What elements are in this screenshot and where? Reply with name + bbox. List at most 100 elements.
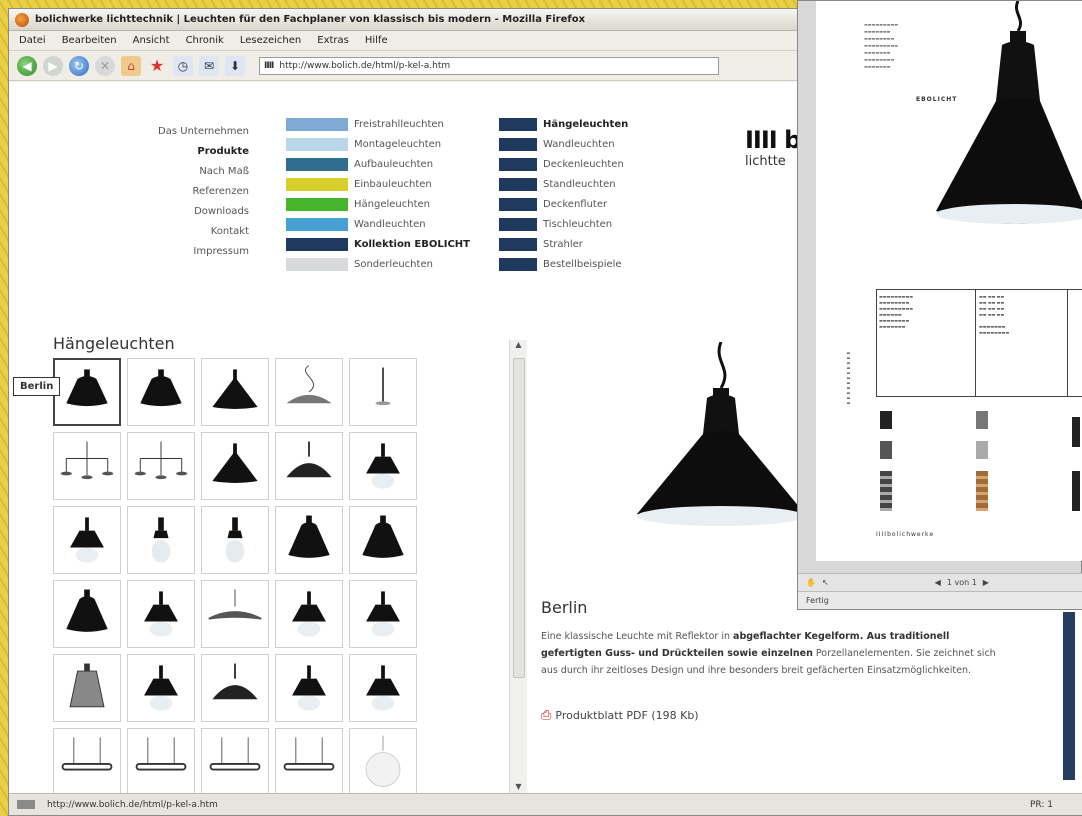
- nav-impressum[interactable]: Impressum: [119, 242, 249, 262]
- download-icon[interactable]: ⬇: [225, 55, 245, 76]
- nav-referenzen[interactable]: Referenzen: [119, 182, 249, 202]
- menu-bearbeiten[interactable]: Bearbeiten: [62, 35, 117, 46]
- col2-item[interactable]: Hängeleuchten: [499, 114, 628, 134]
- product-thumb-bulb-glass-2[interactable]: [201, 506, 269, 574]
- nav-downloads[interactable]: Downloads: [119, 202, 249, 222]
- product-thumb-bell[interactable]: [127, 358, 195, 426]
- product-thumb-cone[interactable]: [201, 358, 269, 426]
- product-thumb-spike-glass[interactable]: [53, 506, 121, 574]
- nav-kontakt[interactable]: Kontakt: [119, 222, 249, 242]
- tooltip: Berlin: [13, 377, 61, 396]
- url-text: http://www.bolich.de/html/p-kel-a.htm: [279, 60, 451, 71]
- col2-item[interactable]: Tischleuchten: [499, 214, 628, 234]
- product-desc-part: Eine klassische Leuchte mit Reflektor in: [541, 631, 734, 642]
- pdf-hand-icon[interactable]: ✋: [806, 578, 816, 587]
- col1-item[interactable]: Wandleuchten: [286, 214, 470, 234]
- product-thumb-cage[interactable]: [53, 654, 121, 722]
- stop-icon[interactable]: ✕: [95, 55, 115, 76]
- status-icon: [17, 800, 35, 809]
- product-thumb-cone-wide[interactable]: [201, 432, 269, 500]
- col1-item[interactable]: Montageleuchten: [286, 134, 470, 154]
- product-thumb-multi-arm-2[interactable]: [127, 432, 195, 500]
- product-thumb-multi-arm[interactable]: [53, 432, 121, 500]
- product-thumb-flat-dish[interactable]: [201, 580, 269, 648]
- col2-item[interactable]: Strahler: [499, 234, 628, 254]
- pdf-select-icon[interactable]: ↖: [822, 578, 829, 587]
- menu-datei[interactable]: Datei: [19, 35, 46, 46]
- pdf-prev-icon[interactable]: ◀: [935, 578, 941, 587]
- pdf-page-field[interactable]: 1 von 1: [947, 578, 977, 587]
- col1-item[interactable]: Freistrahlleuchten: [286, 114, 470, 134]
- url-bar[interactable]: IIII http://www.bolich.de/html/p-kel-a.h…: [259, 56, 719, 75]
- product-thumb-dome[interactable]: [275, 432, 343, 500]
- forward-icon[interactable]: ▶: [43, 55, 63, 76]
- home-icon[interactable]: ⌂: [121, 55, 141, 76]
- col2-item[interactable]: Deckenfluter: [499, 194, 628, 214]
- nav-unternehmen[interactable]: Das Unternehmen: [119, 122, 249, 142]
- product-thumb-bar-3[interactable]: [201, 728, 269, 796]
- lamp-icon: [208, 589, 262, 620]
- pdf-download-link[interactable]: ⎙ Produktblatt PDF (198 Kb): [541, 708, 699, 723]
- col2-item[interactable]: Wandleuchten: [499, 134, 628, 154]
- product-thumb-globe[interactable]: [349, 728, 417, 796]
- nav-produkte[interactable]: Produkte: [119, 142, 249, 162]
- product-description: Eine klassische Leuchte mit Reflektor in…: [541, 628, 1011, 679]
- col1-item[interactable]: Kollektion EBOLICHT: [286, 234, 470, 254]
- product-thumb-bell-dark[interactable]: [53, 580, 121, 648]
- category-swatch: [286, 197, 348, 211]
- bookmark-star-icon[interactable]: ★: [147, 56, 167, 76]
- lamp-icon: [286, 365, 332, 404]
- category-label: Deckenleuchten: [543, 158, 624, 170]
- menu-lesezeichen[interactable]: Lesezeichen: [240, 35, 301, 46]
- product-lamp-image: [637, 342, 805, 526]
- col1-item[interactable]: Aufbauleuchten: [286, 154, 470, 174]
- firefox-icon: [15, 12, 29, 27]
- product-thumb-dish-cord[interactable]: [275, 358, 343, 426]
- company-logo[interactable]: IIII b lichtte: [745, 126, 801, 169]
- menu-extras[interactable]: Extras: [317, 35, 349, 46]
- menu-ansicht[interactable]: Ansicht: [133, 35, 170, 46]
- product-thumb-dome-dark[interactable]: [201, 654, 269, 722]
- product-grid: [53, 358, 417, 796]
- product-thumb-spike-glass-2[interactable]: [127, 580, 195, 648]
- product-thumb-stem[interactable]: [349, 358, 417, 426]
- product-thumb-bell-tall-2[interactable]: [349, 506, 417, 574]
- col2-item[interactable]: Bestellbeispiele: [499, 254, 628, 274]
- category-swatch: [286, 257, 348, 271]
- category-label: Aufbauleuchten: [354, 158, 434, 170]
- back-icon[interactable]: ◀: [17, 55, 37, 76]
- product-thumb-berlin[interactable]: [53, 358, 121, 426]
- col2-item[interactable]: Deckenleuchten: [499, 154, 628, 174]
- product-thumb-spike-flat-3[interactable]: [275, 654, 343, 722]
- product-thumb-bar-2[interactable]: [127, 728, 195, 796]
- lamp-icon: [366, 443, 400, 489]
- category-swatch: [286, 137, 348, 151]
- product-thumb-bulb-glass[interactable]: [127, 506, 195, 574]
- product-thumb-spike-flat-2[interactable]: [349, 580, 417, 648]
- product-thumb-spike[interactable]: [349, 432, 417, 500]
- pdf-next-icon[interactable]: ▶: [983, 578, 989, 587]
- product-thumb-spike-glass-4[interactable]: [349, 654, 417, 722]
- product-thumb-bell-tall[interactable]: [275, 506, 343, 574]
- col1-item[interactable]: Einbauleuchten: [286, 174, 470, 194]
- reload-icon[interactable]: ↻: [69, 55, 89, 76]
- product-thumb-spike-flat[interactable]: [275, 580, 343, 648]
- product-thumb-bar-1[interactable]: [53, 728, 121, 796]
- col2-item[interactable]: Standleuchten: [499, 174, 628, 194]
- lamp-icon: [362, 515, 404, 558]
- scroll-thumb[interactable]: [513, 358, 525, 678]
- lamp-icon: [66, 589, 108, 632]
- product-thumb-bar-4[interactable]: [275, 728, 343, 796]
- mail-icon[interactable]: ✉: [199, 55, 219, 76]
- grid-scrollbar[interactable]: ▲ ▼: [509, 340, 527, 796]
- lamp-icon: [225, 517, 245, 563]
- nav-nach-mass[interactable]: Nach Maß: [119, 162, 249, 182]
- col1-item[interactable]: Sonderleuchten: [286, 254, 470, 274]
- category-label: Standleuchten: [543, 178, 616, 190]
- scroll-up-icon[interactable]: ▲: [510, 340, 527, 354]
- menu-hilfe[interactable]: Hilfe: [365, 35, 388, 46]
- col1-item[interactable]: Hängeleuchten: [286, 194, 470, 214]
- history-icon[interactable]: ◷: [173, 55, 193, 76]
- product-thumb-spike-glass-3[interactable]: [127, 654, 195, 722]
- menu-chronik[interactable]: Chronik: [186, 35, 224, 46]
